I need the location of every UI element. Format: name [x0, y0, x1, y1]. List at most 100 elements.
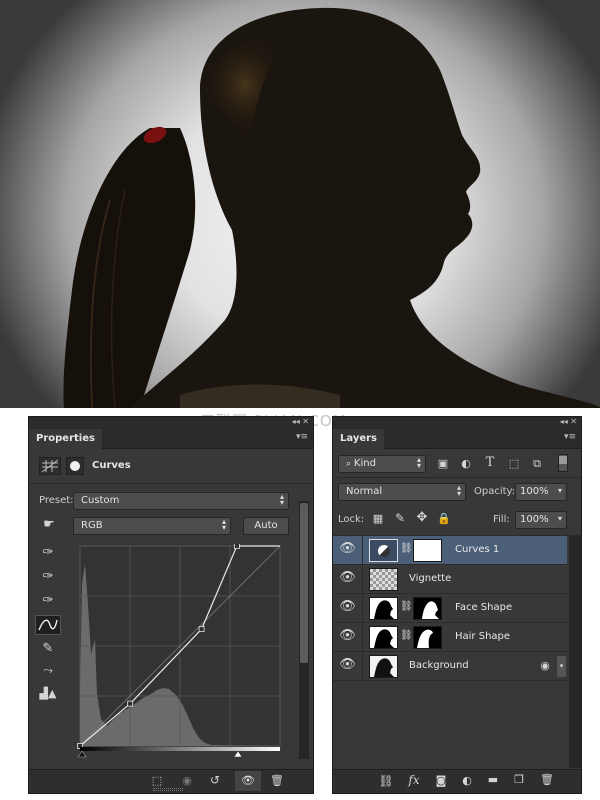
lock-position-icon[interactable]: ✥ — [415, 510, 429, 525]
layer-name: Vignette — [409, 573, 452, 584]
auto-button[interactable]: Auto — [243, 517, 289, 535]
filter-toggle-switch[interactable] — [558, 454, 568, 472]
channel-dropdown[interactable]: RGB ▴ ▾ — [73, 517, 231, 535]
filter-smart-object-icon[interactable]: ⧉ — [530, 457, 544, 471]
lock-image-pixels-icon[interactable]: ✎ — [393, 511, 407, 525]
chevron-down-icon: ▾ — [557, 486, 562, 495]
layer-mask-thumbnail[interactable] — [413, 597, 442, 620]
link-icon[interactable]: ⛓ — [377, 774, 395, 788]
visibility-eye-icon[interactable]: 👁 — [333, 594, 363, 622]
filter-type-icon[interactable]: T — [483, 455, 497, 470]
mask-mode-icon[interactable] — [66, 457, 84, 475]
filter-pixel-icon[interactable]: ▣ — [436, 457, 450, 470]
clipping-warning-icon[interactable]: ▟▲ — [37, 687, 59, 700]
white-input-slider[interactable] — [233, 750, 243, 758]
filter-kind-dropdown[interactable]: ⌕ Kind ▴ ▾ — [338, 455, 426, 473]
draw-curve-pencil-icon[interactable]: ✎ — [39, 641, 57, 656]
black-input-slider[interactable] — [77, 750, 87, 758]
layers-bottom-bar: ⛓ fx ◙ ◐ ▬ ❐ 🗑 — [333, 769, 581, 793]
filter-shape-icon[interactable]: ⬚ — [507, 457, 521, 470]
mask-icon[interactable]: ◙ — [433, 774, 449, 787]
gray-point-eyedropper-icon[interactable]: ✑ — [39, 569, 57, 584]
layer-name: Background — [409, 660, 469, 671]
folder-icon[interactable]: ▬ — [485, 773, 501, 786]
smart-filter-icon[interactable]: ◉ — [538, 659, 552, 672]
lock-all-icon[interactable]: 🔒 — [437, 512, 451, 525]
filter-kind-value: Kind — [353, 458, 376, 469]
fill-label: Fill: — [493, 514, 510, 525]
layer-thumbnail[interactable] — [369, 655, 398, 678]
canvas-photo — [0, 0, 600, 408]
visibility-eye-icon[interactable]: 👁 — [333, 536, 363, 564]
panel-collapse-close-controls[interactable]: ◂◂ ✕ — [560, 417, 577, 426]
view-previous-icon[interactable]: ◉ — [177, 774, 197, 787]
targeted-adjustment-hand-icon[interactable]: ☛ — [37, 517, 61, 535]
visibility-eye-icon[interactable]: 👁 — [333, 565, 363, 593]
panel-menu-icon[interactable]: ▾≡ — [564, 432, 576, 442]
adjustment-icon[interactable]: ◐ — [459, 774, 475, 787]
fx-icon[interactable]: fx — [405, 773, 423, 787]
fill-field[interactable]: 100% ▾ — [515, 511, 567, 529]
visibility-eye-icon[interactable]: 👁 — [333, 623, 363, 651]
smooth-curve-icon[interactable]: ⤳ — [37, 663, 59, 678]
fill-value: 100% — [520, 514, 549, 525]
link-chain-icon[interactable]: ⛓ — [400, 543, 413, 554]
layer-row-curves-1[interactable]: 👁 ⛓ Curves 1 — [333, 536, 567, 565]
panel-collapse-close-controls[interactable]: ◂◂ ✕ — [292, 417, 309, 426]
delete-icon[interactable]: 🗑 — [269, 774, 285, 787]
preset-label: Preset: — [39, 495, 74, 506]
layer-options-tab[interactable]: ▾ — [557, 656, 566, 677]
layer-row-vignette[interactable]: 👁 Vignette — [333, 565, 567, 594]
properties-scrollbar[interactable] — [299, 501, 309, 759]
layer-list: 👁 ⛓ Curves 1 👁 Vignette 👁 ⛓ Face Shape 👁… — [333, 536, 567, 746]
curves-graph[interactable] — [77, 543, 283, 758]
layers-panel: ◂◂ ✕ Layers ▾≡ ⌕ Kind ▴ ▾ ▣ ◐ T ⬚ ⧉ Norma… — [332, 416, 582, 794]
curves-adjustment-thumbnail[interactable] — [369, 539, 398, 562]
white-point-eyedropper-icon[interactable]: ✑ — [39, 593, 57, 608]
layer-thumbnail[interactable] — [369, 626, 398, 649]
scrollbar-thumb[interactable] — [300, 503, 308, 663]
layer-thumbnail[interactable] — [369, 597, 398, 620]
opacity-field[interactable]: 100% ▾ — [515, 483, 567, 501]
blend-mode-dropdown[interactable]: Normal ▴ ▾ — [338, 483, 466, 501]
curve-control-point[interactable] — [233, 543, 240, 549]
black-point-eyedropper-icon[interactable]: ✑ — [39, 545, 57, 560]
link-chain-icon[interactable]: ⛓ — [400, 630, 413, 641]
preset-value: Custom — [81, 495, 120, 506]
layer-row-face-shape[interactable]: 👁 ⛓ Face Shape — [333, 594, 567, 623]
curve-control-point[interactable] — [127, 700, 134, 707]
opacity-value: 100% — [520, 486, 549, 497]
layer-row-background[interactable]: 👁 Background ◉ ▾ — [333, 652, 567, 681]
filter-adjustment-icon[interactable]: ◐ — [459, 457, 473, 470]
curves-graph-svg[interactable] — [77, 543, 283, 758]
clip-to-layer-icon[interactable]: ⬚ — [149, 774, 165, 787]
visibility-eye-icon[interactable]: 👁 — [333, 652, 363, 680]
adjustment-title: Curves — [92, 460, 131, 471]
layer-name: Curves 1 — [455, 544, 500, 555]
tab-layers[interactable]: Layers — [333, 429, 384, 450]
link-chain-icon[interactable]: ⛓ — [400, 601, 413, 612]
curves-adjustment-icon[interactable] — [39, 457, 61, 475]
resize-grip[interactable] — [153, 788, 183, 791]
visibility-icon[interactable]: 👁 — [235, 771, 261, 791]
edit-points-curve-icon[interactable] — [35, 615, 61, 635]
layer-row-hair-shape[interactable]: 👁 ⛓ Hair Shape — [333, 623, 567, 652]
lock-transparent-pixels-icon[interactable]: ▦ — [371, 512, 385, 525]
layer-name: Face Shape — [455, 602, 513, 613]
layer-mask-thumbnail[interactable] — [413, 539, 442, 562]
updown-arrows-icon: ▴ ▾ — [456, 483, 461, 498]
preset-dropdown[interactable]: Custom ▴ ▾ — [73, 492, 289, 510]
divider — [29, 483, 313, 484]
tab-properties[interactable]: Properties — [29, 429, 102, 450]
layers-scrollbar[interactable] — [569, 536, 581, 768]
transparent-layer-thumbnail[interactable] — [369, 568, 398, 591]
layer-mask-thumbnail[interactable] — [413, 626, 442, 649]
updown-arrows-icon: ▴ ▾ — [221, 517, 226, 532]
reset-icon[interactable]: ↺ — [207, 773, 223, 787]
curve-control-point[interactable] — [198, 626, 205, 633]
panel-menu-icon[interactable]: ▾≡ — [296, 432, 308, 442]
new-layer-icon[interactable]: ❐ — [511, 773, 527, 786]
delete-icon[interactable]: 🗑 — [539, 773, 555, 786]
properties-tab-bar: Properties ▾≡ — [29, 429, 313, 450]
panel-top-strip — [333, 417, 581, 429]
